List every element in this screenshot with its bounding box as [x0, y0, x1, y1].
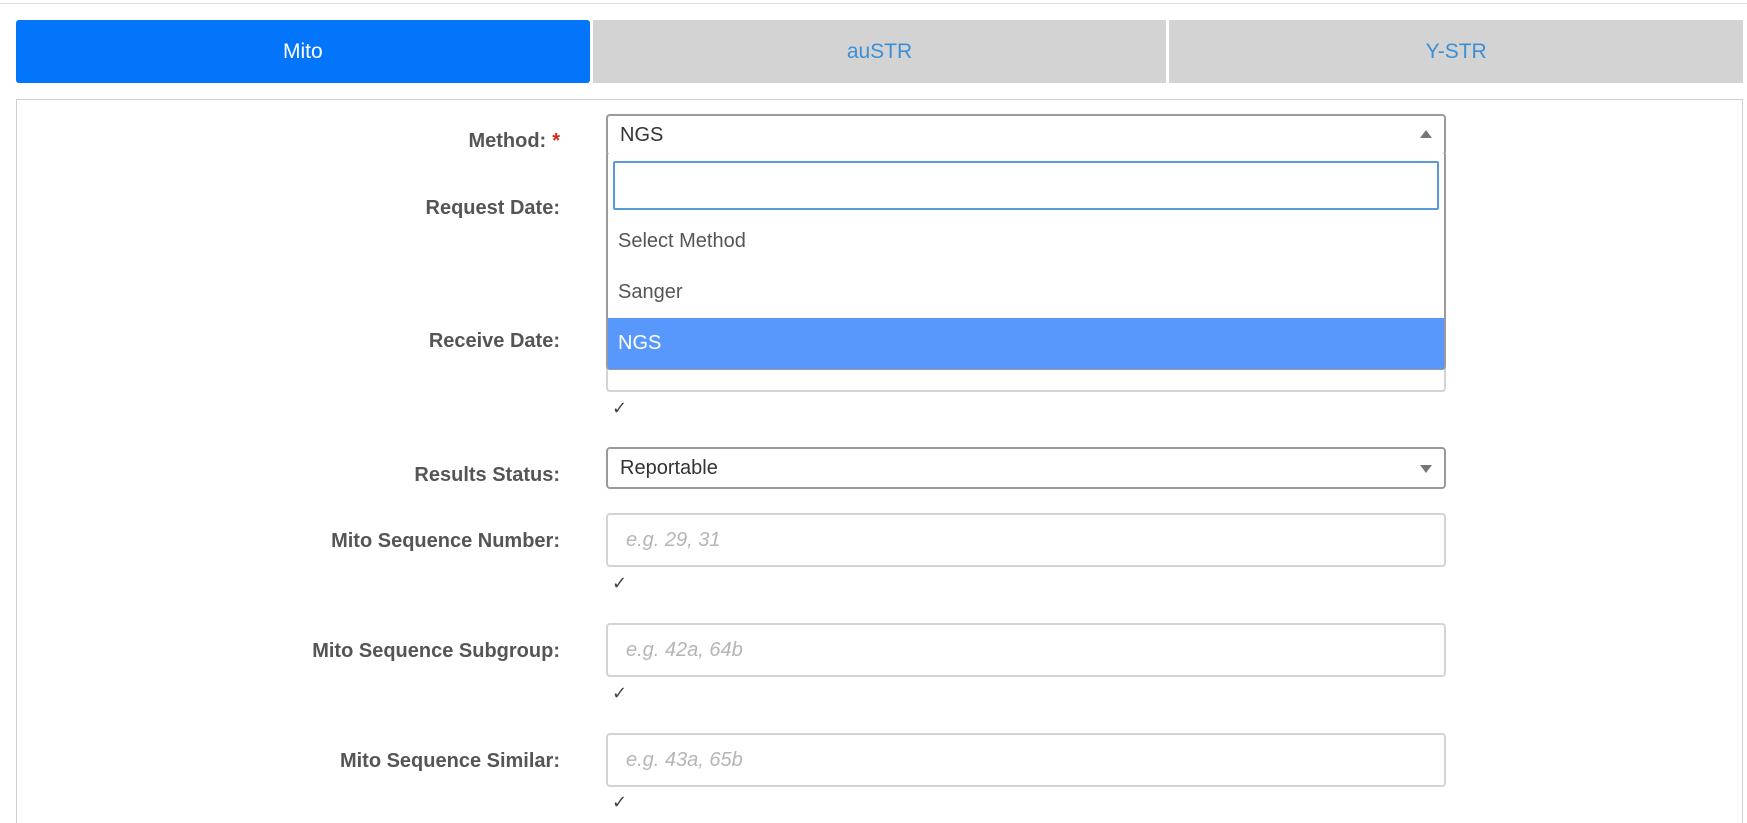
mito-sequence-number-placeholder: e.g. 29, 31 [626, 528, 721, 551]
method-selected-value: NGS [620, 123, 664, 146]
mito-sequence-subgroup-placeholder: e.g. 42a, 64b [626, 638, 743, 661]
required-marker: * [552, 130, 560, 152]
method-option-select-method[interactable]: Select Method [608, 216, 1444, 267]
mito-sequence-similar-label: Mito Sequence Similar: [339, 750, 560, 772]
results-status-select[interactable]: Reportable [606, 447, 1446, 489]
mito-sequence-similar-check-icon: ✓ [612, 792, 628, 812]
method-option-ngs[interactable]: NGS [608, 318, 1444, 369]
tab-ystr[interactable]: Y-STR [1169, 20, 1744, 83]
tab-austr[interactable]: auSTR [592, 20, 1167, 83]
mito-sequence-similar-placeholder: e.g. 43a, 65b [626, 748, 743, 771]
caret-up-icon [1420, 130, 1432, 138]
mito-sequence-number-label: Mito Sequence Number: [331, 530, 560, 552]
receive-date-label: Receive Date: [428, 330, 560, 352]
tab-mito[interactable]: Mito [16, 20, 590, 83]
mito-sequence-subgroup-label: Mito Sequence Subgroup: [312, 640, 560, 662]
mito-sequence-number-check-icon: ✓ [612, 573, 628, 593]
mito-sequence-number-input[interactable]: e.g. 29, 31 [606, 513, 1446, 567]
request-date-label: Request Date: [425, 197, 560, 219]
mito-sequence-subgroup-check-icon: ✓ [612, 683, 628, 703]
top-divider [0, 3, 1747, 4]
receive-date-check-icon: ✓ [612, 398, 628, 418]
mito-sequence-similar-input[interactable]: e.g. 43a, 65b [606, 733, 1446, 787]
method-search-input[interactable] [613, 161, 1439, 210]
caret-down-icon [1420, 465, 1432, 473]
method-select[interactable]: NGS [606, 114, 1446, 156]
results-status-label: Results Status: [414, 464, 560, 486]
method-option-sanger[interactable]: Sanger [608, 267, 1444, 318]
results-status-value: Reportable [620, 456, 718, 479]
mito-sequence-subgroup-input[interactable]: e.g. 42a, 64b [606, 623, 1446, 677]
method-label: Method: * [468, 130, 560, 152]
tab-bar: Mito auSTR Y-STR [16, 20, 1744, 83]
method-dropdown: Select Method Sanger NGS [606, 154, 1446, 370]
